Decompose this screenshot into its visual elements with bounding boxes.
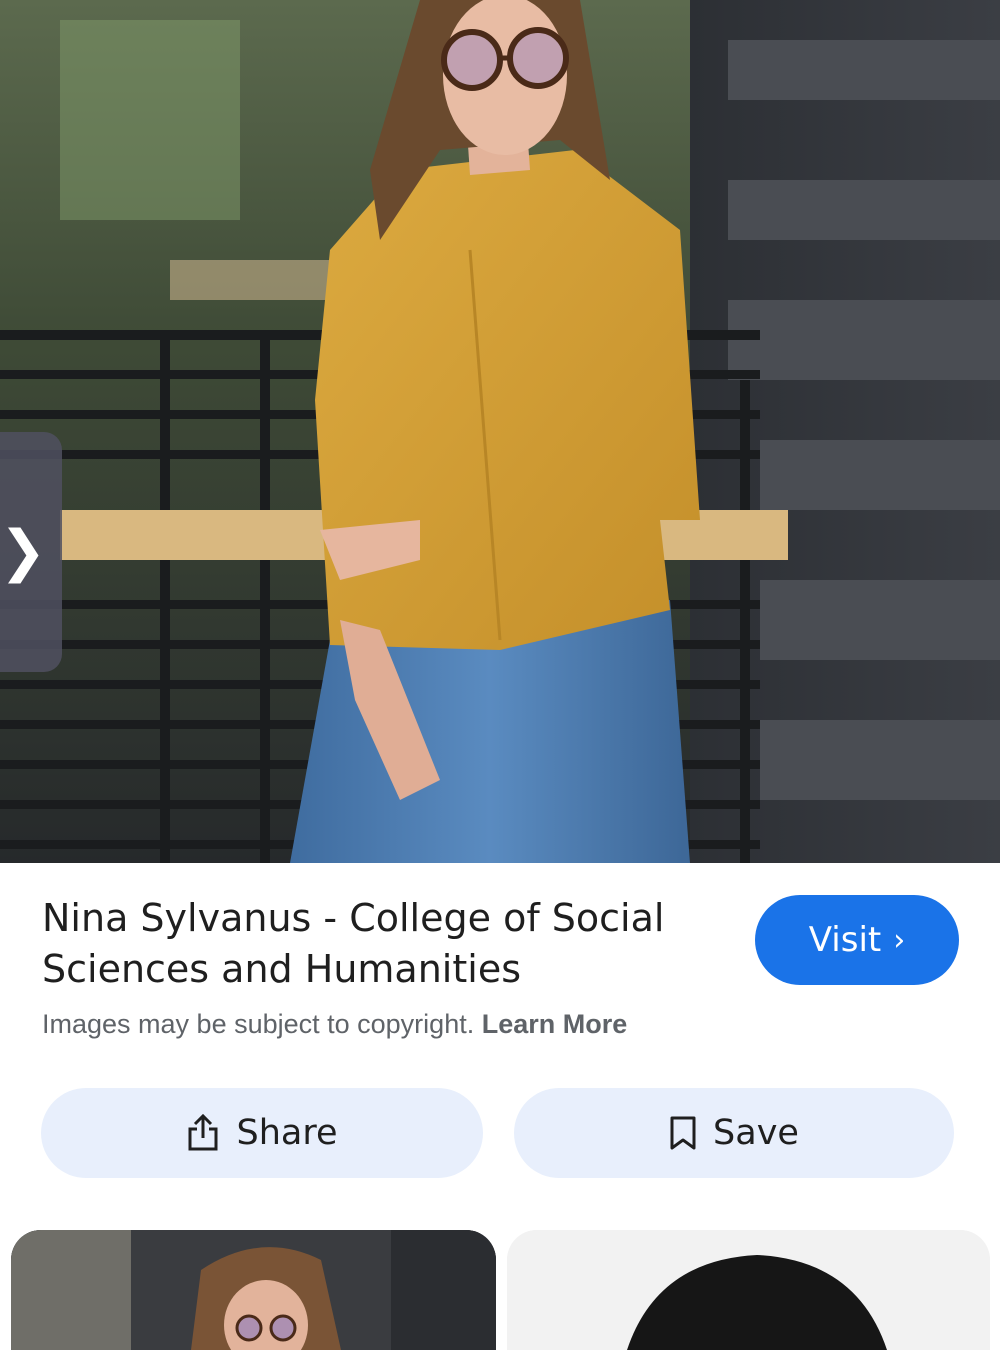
result-title[interactable]: Nina Sylvanus - College of Social Scienc… — [42, 893, 702, 995]
save-button[interactable]: Save — [514, 1088, 954, 1178]
chevron-right-icon: ❯ — [0, 519, 47, 584]
share-icon — [188, 1114, 218, 1151]
visit-button[interactable]: Visit › — [755, 895, 959, 985]
related-image-thumbnail[interactable] — [11, 1230, 496, 1350]
chevron-right-icon: › — [893, 922, 906, 958]
visit-label: Visit — [808, 920, 882, 960]
learn-more-link[interactable]: Learn More — [482, 1009, 628, 1039]
hero-image[interactable]: ❯ — [0, 0, 1000, 863]
share-button[interactable]: Share — [41, 1088, 483, 1178]
share-label: Share — [236, 1113, 338, 1153]
related-image-thumbnail[interactable] — [507, 1230, 990, 1350]
hero-photo — [0, 0, 1000, 863]
save-label: Save — [713, 1113, 799, 1153]
result-info-panel: Nina Sylvanus - College of Social Scienc… — [0, 863, 1000, 1350]
copyright-notice: Images may be subject to copyright. Lear… — [42, 1009, 627, 1040]
copyright-text: Images may be subject to copyright. — [42, 1009, 475, 1039]
bookmark-icon — [670, 1116, 696, 1150]
related-photo — [507, 1230, 990, 1350]
previous-image-handle[interactable]: ❯ — [0, 432, 62, 672]
related-photo — [11, 1230, 496, 1350]
